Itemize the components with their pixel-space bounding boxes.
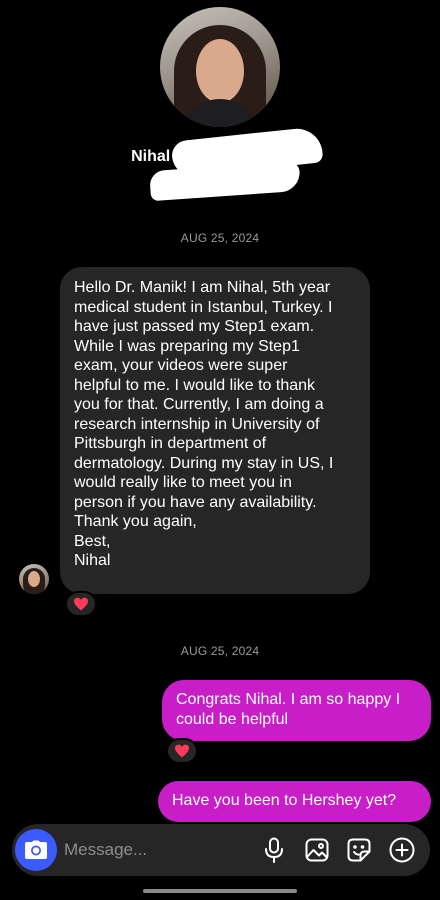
- redaction-mark: [149, 160, 301, 202]
- microphone-button[interactable]: [260, 836, 288, 864]
- heart-reaction[interactable]: [166, 738, 198, 764]
- plus-icon: [389, 837, 415, 863]
- camera-button[interactable]: [15, 829, 57, 871]
- message-input[interactable]: [64, 836, 244, 864]
- incoming-message-bubble[interactable]: Hello Dr. Manik! I am Nihal, 5th year me…: [60, 267, 370, 594]
- microphone-icon: [265, 837, 283, 863]
- outgoing-message-bubble[interactable]: Have you been to Hershey yet?: [158, 781, 431, 822]
- plus-button[interactable]: [388, 836, 416, 864]
- profile-avatar[interactable]: [160, 7, 280, 127]
- heart-reaction[interactable]: [65, 591, 97, 617]
- sticker-button[interactable]: [345, 836, 373, 864]
- sender-avatar[interactable]: [19, 564, 49, 594]
- camera-icon: [25, 840, 47, 859]
- date-separator: AUG 25, 2024: [180, 231, 260, 245]
- sticker-icon: [347, 838, 371, 862]
- message-composer: [12, 824, 430, 876]
- heart-icon: [74, 597, 88, 611]
- date-separator: AUG 25, 2024: [180, 644, 260, 658]
- gallery-icon: [305, 838, 329, 862]
- home-indicator[interactable]: [143, 889, 297, 893]
- outgoing-message-bubble[interactable]: Congrats Nihal. I am so happy I could be…: [162, 680, 431, 741]
- gallery-button[interactable]: [303, 836, 331, 864]
- heart-icon: [175, 744, 189, 758]
